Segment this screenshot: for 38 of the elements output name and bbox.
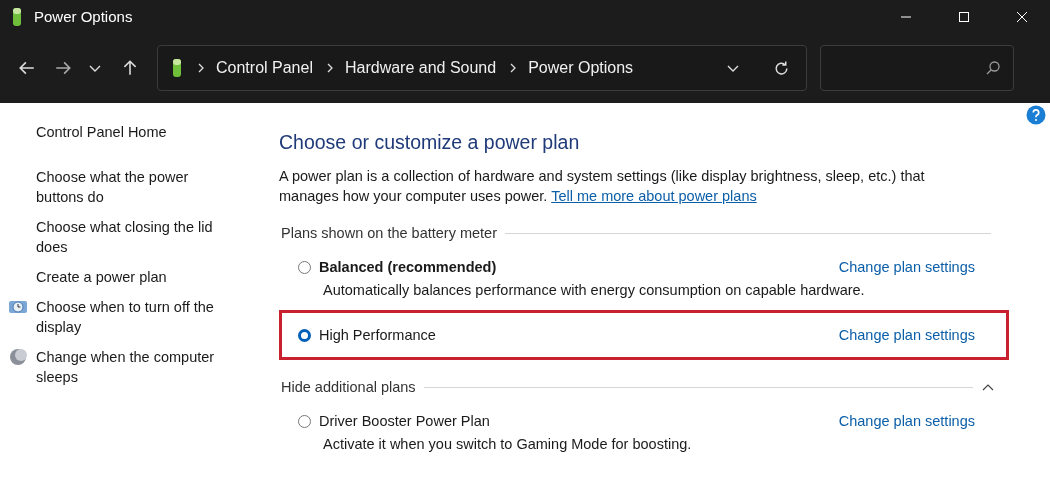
chevron-right-icon xyxy=(196,63,206,73)
address-bar[interactable]: Control Panel Hardware and Sound Power Options xyxy=(157,45,807,91)
sidebar-link[interactable]: Create a power plan xyxy=(36,267,226,287)
sidebar-link[interactable]: Choose what closing the lid does xyxy=(36,217,226,257)
battery-icon xyxy=(10,6,24,27)
section-title: Plans shown on the battery meter xyxy=(281,225,497,241)
forward-icon[interactable] xyxy=(54,59,72,77)
change-plan-link[interactable]: Change plan settings xyxy=(838,327,975,343)
plan-name[interactable]: Balanced (recommended) xyxy=(319,259,497,275)
close-icon[interactable] xyxy=(1016,10,1028,23)
section-title: Hide additional plans xyxy=(281,379,416,395)
maximize-icon[interactable] xyxy=(958,10,970,23)
change-plan-link[interactable]: Change plan settings xyxy=(838,413,975,429)
sidebar-link[interactable]: Change when the computer sleeps xyxy=(36,347,226,387)
plan-description: Activate it when you switch to Gaming Mode for boosting. xyxy=(323,436,693,452)
search-field[interactable] xyxy=(820,45,1014,91)
help-link[interactable]: Tell me more about power plans xyxy=(551,188,757,204)
moon-icon xyxy=(8,347,28,367)
sidebar-link[interactable]: Choose what the power buttons do xyxy=(36,167,226,207)
back-icon[interactable] xyxy=(18,59,36,77)
plan-name[interactable]: Driver Booster Power Plan xyxy=(319,413,490,429)
sidebar-link[interactable]: Control Panel Home xyxy=(36,122,226,142)
search-icon xyxy=(985,60,1001,76)
sidebar-link[interactable]: Choose when to turn off the display xyxy=(36,297,226,337)
breadcrumb[interactable]: Power Options xyxy=(528,59,634,77)
battery-icon xyxy=(170,58,184,78)
help-icon[interactable] xyxy=(1026,105,1046,125)
breadcrumb[interactable]: Hardware and Sound xyxy=(344,59,497,77)
window-title: Power Options xyxy=(34,8,133,25)
refresh-icon[interactable] xyxy=(773,59,790,77)
up-icon[interactable] xyxy=(121,59,139,77)
description: A power plan is a collection of hardware and system settings (like display brightness, sleep, etc.) that manages how your computer uses power. Tell me more about power plans xyxy=(279,167,926,206)
radio-button[interactable] xyxy=(298,328,311,342)
breadcrumb[interactable]: Control Panel xyxy=(216,59,313,77)
page-heading: Choose or customize a power plan xyxy=(279,131,581,154)
plan-description: Automatically balances performance with energy consumption on capable hardware. xyxy=(323,282,866,298)
change-plan-link[interactable]: Change plan settings xyxy=(838,259,975,275)
plan-name[interactable]: High Performance xyxy=(319,327,436,343)
